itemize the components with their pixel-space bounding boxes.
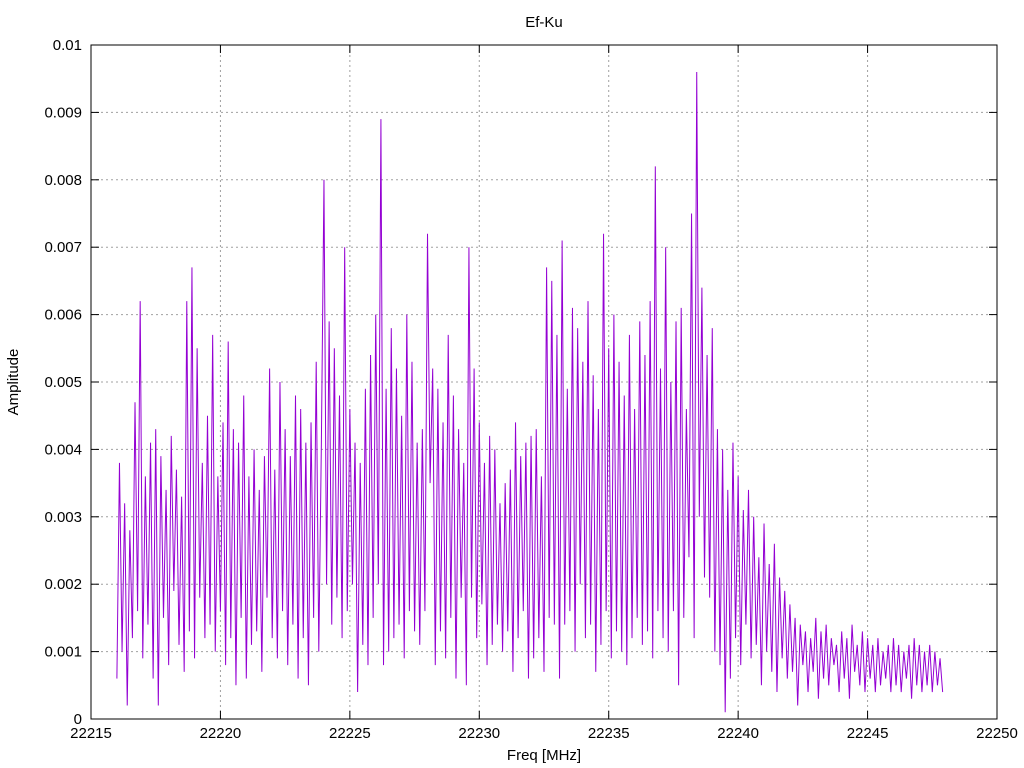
y-tick-label: 0.002 <box>44 576 82 593</box>
y-axis-label: Amplitude <box>5 349 22 416</box>
x-axis-label: Freq [MHz] <box>507 747 581 764</box>
y-tick-label: 0.001 <box>44 644 82 661</box>
x-tick-label: 22225 <box>329 725 371 742</box>
chart-title: Ef-Ku <box>525 14 563 31</box>
chart: 22215 22220 22225 22230 22235 22240 22245 22250… <box>0 0 1024 768</box>
x-tick-label: 22220 <box>200 725 242 742</box>
y-tick-label: 0.003 <box>44 509 82 526</box>
y-tick-label: 0.008 <box>44 172 82 189</box>
x-tick-label: 22245 <box>847 725 889 742</box>
y-tick-label: 0.006 <box>44 307 82 324</box>
y-tick-label: 0.01 <box>53 37 82 54</box>
x-tick-label: 22235 <box>588 725 630 742</box>
y-tick-label: 0.007 <box>44 239 82 256</box>
y-tick-label: 0.004 <box>44 441 82 458</box>
y-tick-label: 0.005 <box>44 374 82 391</box>
x-tick-label: 22230 <box>458 725 500 742</box>
y-tick-label: 0.009 <box>44 104 82 121</box>
y-tick-label: 0 <box>74 711 82 728</box>
x-tick-label: 22250 <box>976 725 1018 742</box>
x-tick-label: 22240 <box>717 725 759 742</box>
